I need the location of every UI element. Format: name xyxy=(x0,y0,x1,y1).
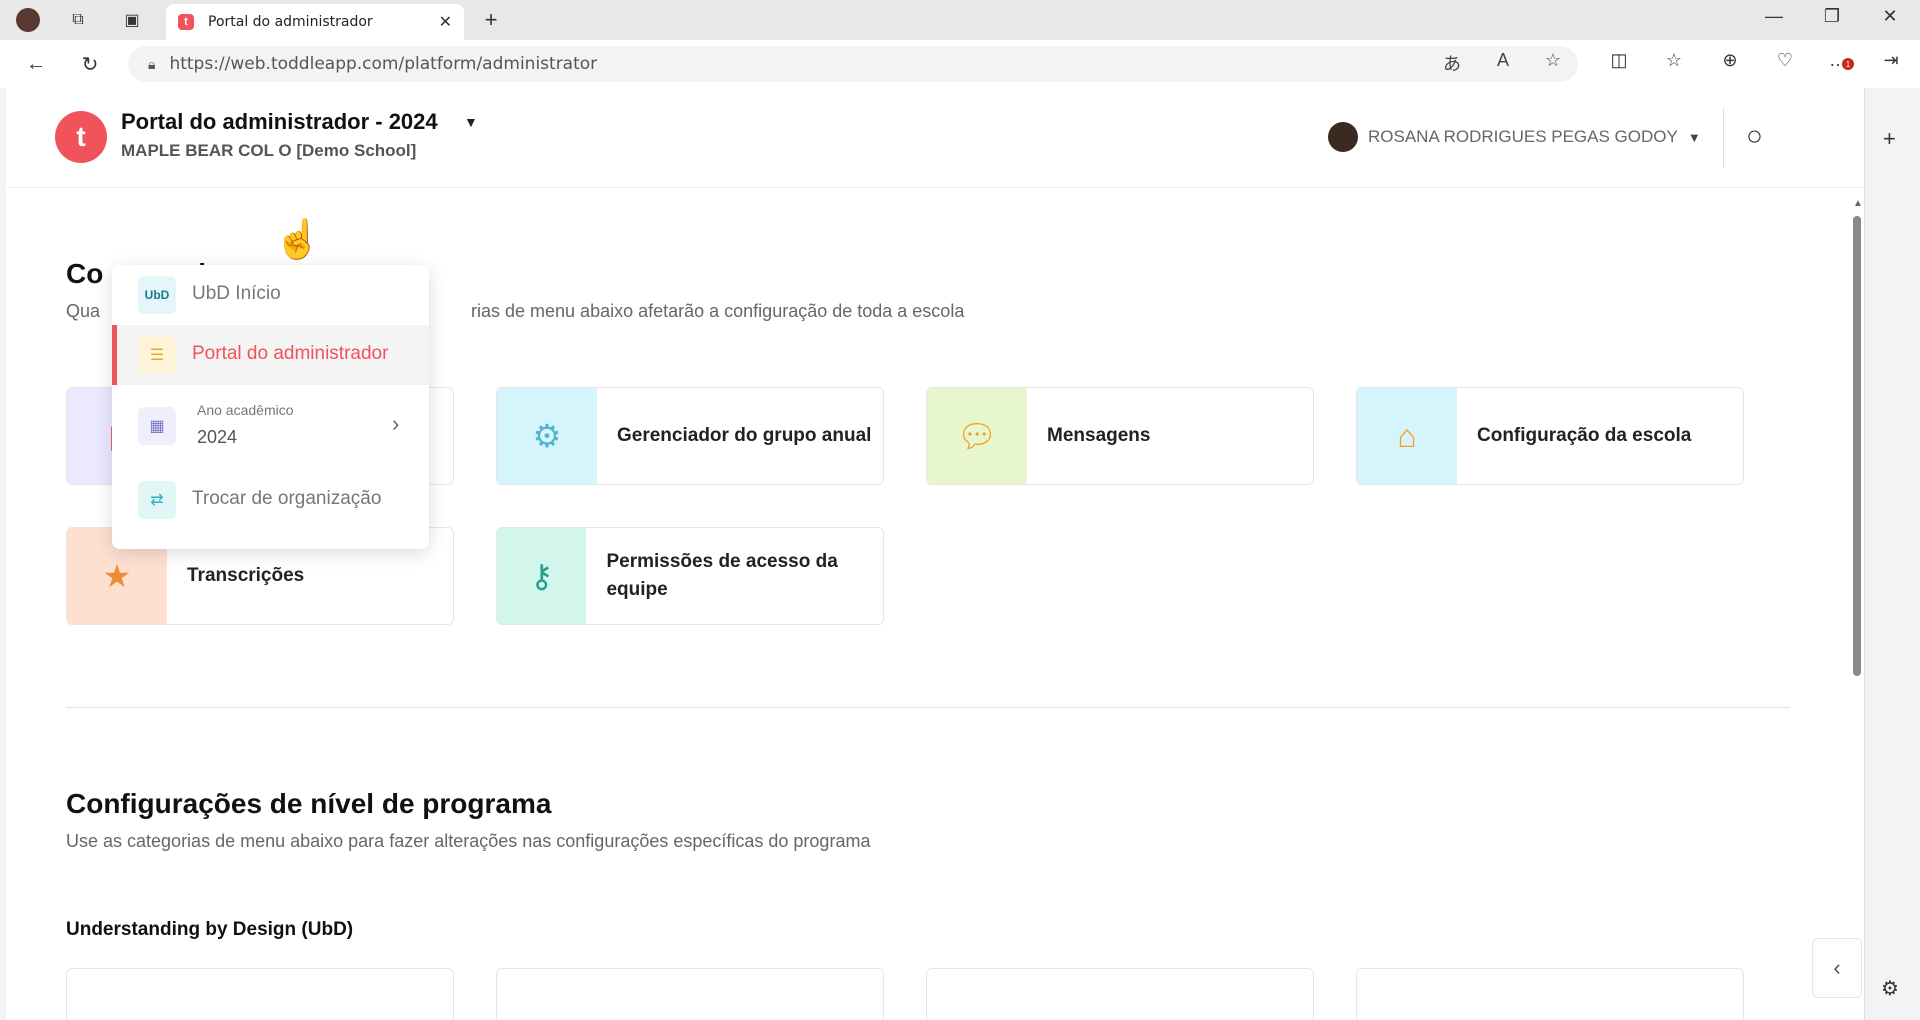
user-menu[interactable]: ROSANA RODRIGUES PEGAS GODOY ▼ xyxy=(1328,122,1701,152)
gear-icon: ⚙ xyxy=(497,388,597,484)
program-card-2[interactable] xyxy=(496,968,884,1020)
read-aloud-icon[interactable]: A xyxy=(1489,50,1517,71)
school-building-icon: ⌂ xyxy=(1357,388,1457,484)
school-name: MAPLE BEAR COL O [Demo School] xyxy=(121,141,417,160)
dropdown-item-label: UbD Início xyxy=(192,283,281,304)
portal-switcher-dropdown: UbD UbD Início ☰ Portal do administrador… xyxy=(112,265,429,549)
chat-bubble-icon: 💬︎ xyxy=(927,388,1027,484)
ubd-icon: UbD xyxy=(138,276,176,314)
dropdown-item-switch-org[interactable]: ⇄ Trocar de organização xyxy=(112,469,429,531)
favorites-icon[interactable]: ☆ xyxy=(1660,50,1688,71)
restore-icon[interactable]: ❐ xyxy=(1812,6,1852,27)
sliders-icon: ☰ xyxy=(138,336,176,374)
translate-icon[interactable]: あ xyxy=(1438,50,1466,76)
program-section-title: Configurações de nível de programa xyxy=(66,788,552,819)
key-icon: ⚷ xyxy=(497,528,587,624)
tab-actions-icon[interactable]: ▣ xyxy=(120,8,144,32)
close-window-icon[interactable]: ✕ xyxy=(1870,6,1910,27)
lock-icon[interactable]: 🔒︎ xyxy=(148,56,155,73)
school-section-subtitle-right: rias de menu abaixo afetarão a configura… xyxy=(471,301,965,321)
tab-title: Portal do administrador xyxy=(208,14,373,30)
program-card-1[interactable] xyxy=(66,968,454,1020)
refresh-icon[interactable]: ↻ xyxy=(76,50,104,78)
browser-tab-bar: ⧉ ▣ t Portal do administrador ✕ + — ❐ ✕ xyxy=(0,0,1920,40)
school-section-subtitle-left: Qua xyxy=(66,301,101,321)
new-tab-icon[interactable]: + xyxy=(479,7,503,32)
url-field[interactable]: 🔒︎ https://web.toddleapp.com/platform/ad… xyxy=(128,46,1578,82)
favicon-icon: t xyxy=(178,14,194,30)
card-label: Permissões de acesso da equipe xyxy=(606,551,838,600)
card-label: Gerenciador do grupo anual xyxy=(617,425,872,446)
academic-year-value: 2024 xyxy=(197,427,238,447)
page-content: t Portal do administrador - 2024 ▼ MAPLE… xyxy=(6,88,1864,1020)
user-caret-icon: ▼ xyxy=(1687,129,1701,145)
program-card-4[interactable] xyxy=(1356,968,1744,1020)
card-label: Transcrições xyxy=(187,565,305,586)
dropdown-item-ubd[interactable]: UbD UbD Início xyxy=(112,265,429,325)
app-header: t Portal do administrador - 2024 ▼ MAPLE… xyxy=(6,88,1864,188)
academic-year-label: Ano acadêmico xyxy=(197,402,294,418)
portal-caret-icon[interactable]: ▼ xyxy=(464,114,478,130)
program-card-3[interactable] xyxy=(926,968,1314,1020)
dropdown-item-label: Trocar de organização xyxy=(192,488,382,509)
school-settings-card[interactable]: ⌂ Configuração da escola xyxy=(1356,387,1744,485)
split-screen-icon[interactable]: ◫ xyxy=(1605,50,1633,71)
program-section-subtitle: Use as categorias de menu abaixo para fa… xyxy=(66,831,871,851)
profile-avatar-icon[interactable] xyxy=(16,8,40,32)
dropdown-item-label: Portal do administrador xyxy=(192,343,389,364)
portal-title[interactable]: Portal do administrador - 2024 xyxy=(121,109,438,135)
calendar-icon: ▦ xyxy=(138,407,176,445)
toddle-logo[interactable]: t xyxy=(55,111,107,163)
address-bar: ← ↻ 🔒︎ https://web.toddleapp.com/platfor… xyxy=(0,40,1920,88)
hand-cursor-icon: ☝ xyxy=(274,219,322,261)
staff-permissions-card[interactable]: ⚷ Permissões de acesso da equipe xyxy=(496,527,884,625)
add-sidebar-app-icon[interactable]: + xyxy=(1883,126,1896,152)
favorite-star-icon[interactable]: ☆ xyxy=(1539,50,1567,71)
scrollbar[interactable]: ▲ xyxy=(1850,188,1864,1020)
url-text: https://web.toddleapp.com/platform/admin… xyxy=(169,54,598,74)
active-tab[interactable]: t Portal do administrador ✕ xyxy=(166,4,464,40)
notification-badge: 1 xyxy=(1842,58,1854,70)
collections-toolbar-icon[interactable]: ⊕ xyxy=(1716,50,1744,71)
chevron-right-icon: › xyxy=(392,411,400,436)
sidebar-settings-icon[interactable]: ⚙ xyxy=(1881,976,1899,1001)
user-avatar xyxy=(1328,122,1358,152)
collapse-panel-button[interactable]: ‹ xyxy=(1812,938,1862,998)
section-divider xyxy=(66,707,1790,708)
scroll-up-icon[interactable]: ▲ xyxy=(1853,198,1863,209)
year-group-manager-card[interactable]: ⚙ Gerenciador do grupo anual xyxy=(496,387,884,485)
card-label: Configuração da escola xyxy=(1477,425,1692,446)
sidebar-toggle-icon[interactable]: ⇥ xyxy=(1877,50,1905,71)
close-tab-icon[interactable]: ✕ xyxy=(439,12,452,32)
switch-arrows-icon: ⇄ xyxy=(138,481,176,519)
header-divider xyxy=(1723,108,1724,168)
ubd-subheading: Understanding by Design (UbD) xyxy=(66,919,354,940)
minimize-icon[interactable]: — xyxy=(1754,6,1794,27)
active-indicator xyxy=(112,325,117,385)
messages-card[interactable]: 💬︎ Mensagens xyxy=(926,387,1314,485)
user-name: ROSANA RODRIGUES PEGAS GODOY xyxy=(1368,127,1678,146)
card-label: Mensagens xyxy=(1047,425,1151,446)
dropdown-item-academic-year[interactable]: ▦ Ano acadêmico 2024 › xyxy=(112,385,429,469)
scroll-thumb[interactable] xyxy=(1853,216,1861,676)
browser-side-panel: + ⚙ xyxy=(1864,88,1920,1020)
browser-essentials-icon[interactable]: ♡ xyxy=(1771,50,1799,71)
dropdown-item-admin-portal[interactable]: ☰ Portal do administrador xyxy=(112,325,429,385)
collections-icon[interactable]: ⧉ xyxy=(66,8,90,32)
search-icon[interactable]: ○ xyxy=(1746,120,1763,152)
back-icon[interactable]: ← xyxy=(22,50,50,78)
